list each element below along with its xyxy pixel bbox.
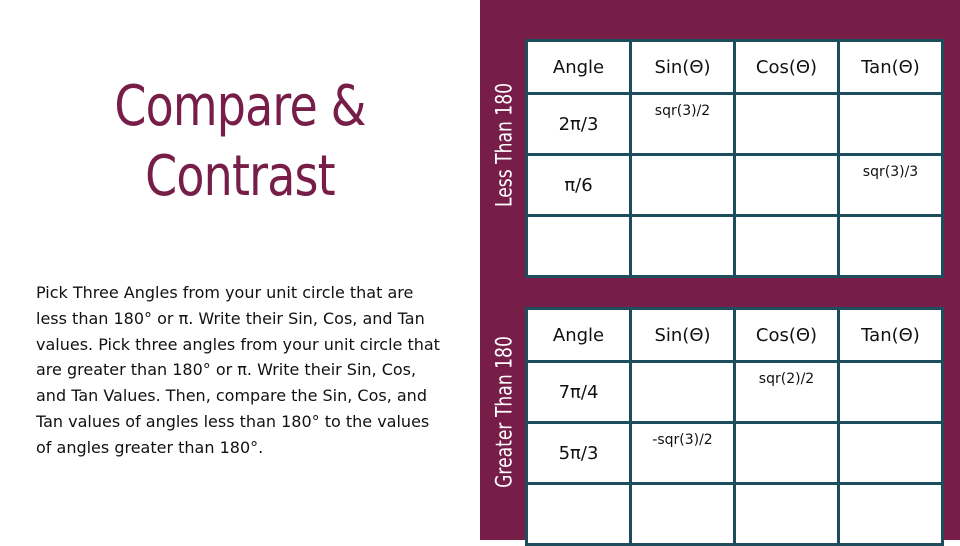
header-sin: Sin(Θ) [629,307,736,363]
angle-cell[interactable] [525,482,632,546]
angle-cell[interactable]: 5π/3 [525,421,632,485]
table-row: 7π/4 sqr(2)/2 [525,360,944,424]
cos-cell[interactable]: sqr(2)/2 [733,360,840,424]
tan-cell[interactable] [837,360,944,424]
header-tan: Tan(Θ) [837,307,944,363]
sin-cell[interactable] [629,214,736,278]
title-line-2: Contrast [145,144,335,209]
tan-cell[interactable]: sqr(3)/3 [837,153,944,217]
header-tan: Tan(Θ) [837,39,944,95]
table-row [525,214,944,278]
sin-cell[interactable] [629,153,736,217]
header-angle: Angle [525,39,632,95]
header-angle: Angle [525,307,632,363]
left-panel: Compare & Contrast Pick Three Angles fro… [0,0,480,540]
table-header-row: Angle Sin(Θ) Cos(Θ) Tan(Θ) [525,39,944,95]
table-row [525,482,944,546]
sin-cell[interactable]: sqr(3)/2 [629,92,736,156]
tan-cell[interactable] [837,214,944,278]
instructions-text: Pick Three Angles from your unit circle … [36,283,440,457]
header-cos: Cos(Θ) [733,39,840,95]
angle-cell[interactable] [525,214,632,278]
cos-cell[interactable] [733,92,840,156]
table-row: 5π/3 -sqr(3)/2 [525,421,944,485]
title-line-1: Compare & [114,74,366,139]
cos-cell[interactable] [733,482,840,546]
sin-cell[interactable] [629,360,736,424]
greater-than-180-table: Angle Sin(Θ) Cos(Θ) Tan(Θ) 7π/4 sqr(2)/2… [525,307,944,546]
table-row: π/6 sqr(3)/3 [525,153,944,217]
table-row: 2π/3 sqr(3)/2 [525,92,944,156]
tan-cell[interactable] [837,92,944,156]
cos-cell[interactable] [733,153,840,217]
header-cos: Cos(Θ) [733,307,840,363]
cos-cell[interactable] [733,214,840,278]
angle-cell[interactable]: π/6 [525,153,632,217]
angle-cell[interactable]: 2π/3 [525,92,632,156]
slide-title: Compare & Contrast [76,72,404,212]
greater-than-180-label: Greater Than 180 [492,336,518,488]
tan-cell[interactable] [837,421,944,485]
cos-cell[interactable] [733,421,840,485]
angle-cell[interactable]: 7π/4 [525,360,632,424]
less-than-180-table: Angle Sin(Θ) Cos(Θ) Tan(Θ) 2π/3 sqr(3)/2… [525,39,944,278]
sin-cell[interactable]: -sqr(3)/2 [629,421,736,485]
table-header-row: Angle Sin(Θ) Cos(Θ) Tan(Θ) [525,307,944,363]
header-sin: Sin(Θ) [629,39,736,95]
tan-cell[interactable] [837,482,944,546]
less-than-180-label: Less Than 180 [492,82,518,208]
sin-cell[interactable] [629,482,736,546]
